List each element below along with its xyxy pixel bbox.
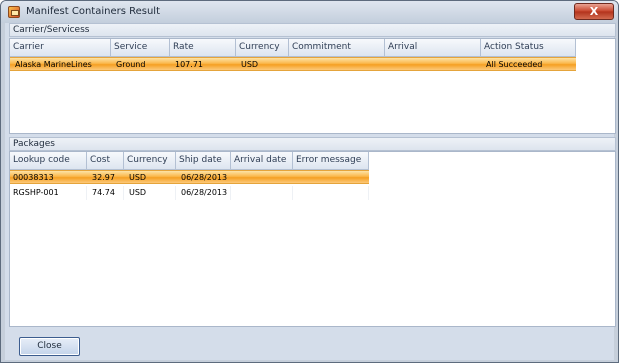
column-header-commitment[interactable]: Commitment xyxy=(289,39,385,57)
column-header-ship-date[interactable]: Ship date xyxy=(176,152,231,170)
dialog-footer: Close xyxy=(5,328,614,360)
cell-rate: 107.71 xyxy=(175,60,203,69)
cell-ship-date: 06/28/2013 xyxy=(181,173,228,182)
window-title: Manifest Containers Result xyxy=(26,6,161,17)
cell-cost: 74.74 xyxy=(87,186,124,200)
title-bar[interactable]: Manifest Containers Result X xyxy=(1,1,618,23)
packages-group-title: Packages xyxy=(13,139,55,149)
carrier-grid[interactable]: Carrier Service Rate Currency Commitment… xyxy=(9,38,616,134)
package-row[interactable]: RGSHP-001 74.74 USD 06/28/2013 xyxy=(10,186,369,200)
carrier-grid-header: Carrier Service Rate Currency Commitment… xyxy=(10,39,576,57)
cell-commitment xyxy=(289,58,385,72)
close-icon: X xyxy=(589,5,599,18)
cell-lookup-code: RGSHP-001 xyxy=(10,186,87,200)
carrier-group-header: Carrier/Servicess xyxy=(9,23,616,37)
column-header-error-message[interactable]: Error message xyxy=(293,152,369,170)
cell-currency: USD xyxy=(129,173,147,182)
column-header-currency[interactable]: Currency xyxy=(236,39,289,57)
cell-lookup-code: 00038313 xyxy=(13,173,54,182)
packages-group-header: Packages xyxy=(9,137,616,151)
cell-carrier: Alaska MarineLines xyxy=(15,60,92,69)
column-header-arrival[interactable]: Arrival xyxy=(385,39,481,57)
cell-arrival-date xyxy=(231,171,293,185)
cell-error-message xyxy=(293,171,369,185)
cell-arrival xyxy=(385,58,481,72)
dialog-window: Manifest Containers Result X Carrier/Ser… xyxy=(0,0,619,363)
carrier-row-selected[interactable]: Alaska MarineLines Ground 107.71 USD All… xyxy=(10,57,576,71)
manifest-app-icon xyxy=(8,6,20,18)
cell-service: Ground xyxy=(116,60,146,69)
cell-arrival-date xyxy=(231,186,293,200)
column-header-currency[interactable]: Currency xyxy=(124,152,176,170)
column-header-rate[interactable]: Rate xyxy=(170,39,236,57)
column-header-arrival-date[interactable]: Arrival date xyxy=(231,152,293,170)
packages-grid-header: Lookup code Cost Currency Ship date Arri… xyxy=(10,152,369,170)
cell-error-message xyxy=(293,186,369,200)
dialog-client-area: Carrier/Servicess Carrier Service Rate C… xyxy=(5,23,616,360)
cell-action-status: All Succeeded xyxy=(486,60,543,69)
window-close-button[interactable]: X xyxy=(574,3,614,20)
package-row-selected[interactable]: 00038313 32.97 USD 06/28/2013 xyxy=(10,170,369,184)
column-header-service[interactable]: Service xyxy=(111,39,170,57)
cell-currency: USD xyxy=(124,186,176,200)
carrier-group-title: Carrier/Servicess xyxy=(13,25,90,35)
close-button[interactable]: Close xyxy=(19,337,80,356)
cell-ship-date: 06/28/2013 xyxy=(176,186,231,200)
column-header-cost[interactable]: Cost xyxy=(87,152,124,170)
cell-cost: 32.97 xyxy=(92,173,115,182)
column-header-carrier[interactable]: Carrier xyxy=(10,39,111,57)
column-header-lookup-code[interactable]: Lookup code xyxy=(10,152,87,170)
packages-grid[interactable]: Lookup code Cost Currency Ship date Arri… xyxy=(9,151,616,327)
cell-currency: USD xyxy=(241,60,259,69)
column-header-action-status[interactable]: Action Status xyxy=(481,39,576,57)
